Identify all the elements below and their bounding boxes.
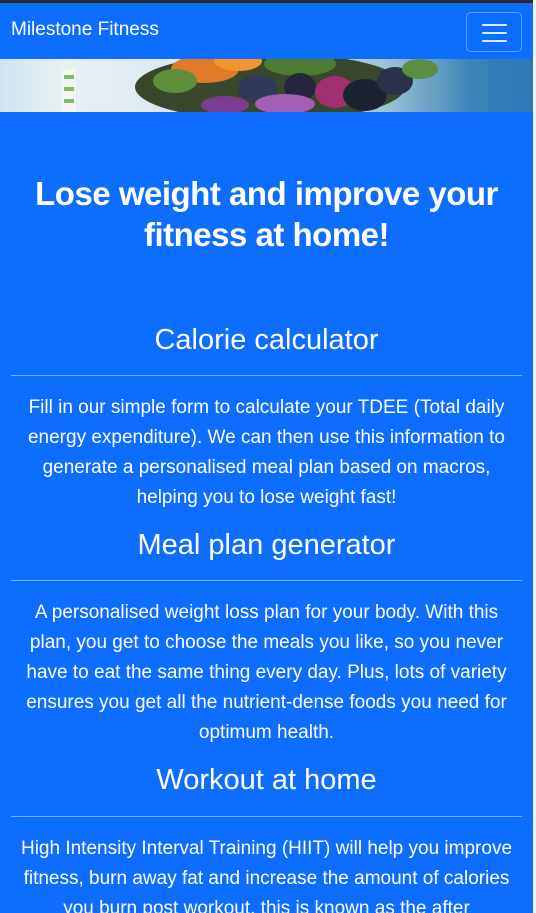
menu-toggle-button[interactable] bbox=[466, 12, 522, 52]
brand-link[interactable]: Milestone Fitness bbox=[11, 19, 159, 41]
hero-banner-image bbox=[0, 59, 533, 112]
section-divider bbox=[11, 816, 522, 817]
food-illustration bbox=[62, 59, 533, 112]
section-title-workout-at-home: Workout at home bbox=[156, 764, 377, 796]
hamburger-menu-icon-bar bbox=[482, 40, 507, 42]
navbar: Milestone Fitness bbox=[0, 0, 533, 59]
page: Milestone Fitness Lose weight and improv… bbox=[0, 0, 536, 913]
section-text-calorie-calculator: Fill in our simple form to calculate you… bbox=[27, 397, 506, 508]
hamburger-menu-icon-bar bbox=[482, 32, 507, 34]
section-title-calorie-calculator: Calorie calculator bbox=[154, 324, 379, 356]
section-text-meal-plan-generator: A personalised weight loss plan for your… bbox=[26, 602, 507, 743]
page-headline: Lose weight and improve your fitness at … bbox=[35, 175, 498, 253]
hamburger-menu-icon bbox=[482, 24, 507, 26]
section-title-meal-plan-generator: Meal plan generator bbox=[137, 529, 396, 561]
section-text-workout-at-home: High Intensity Interval Training (HIIT) … bbox=[20, 838, 513, 913]
section-divider bbox=[11, 375, 522, 376]
section-divider bbox=[11, 580, 522, 581]
main-content: Lose weight and improve your fitness at … bbox=[0, 112, 533, 913]
